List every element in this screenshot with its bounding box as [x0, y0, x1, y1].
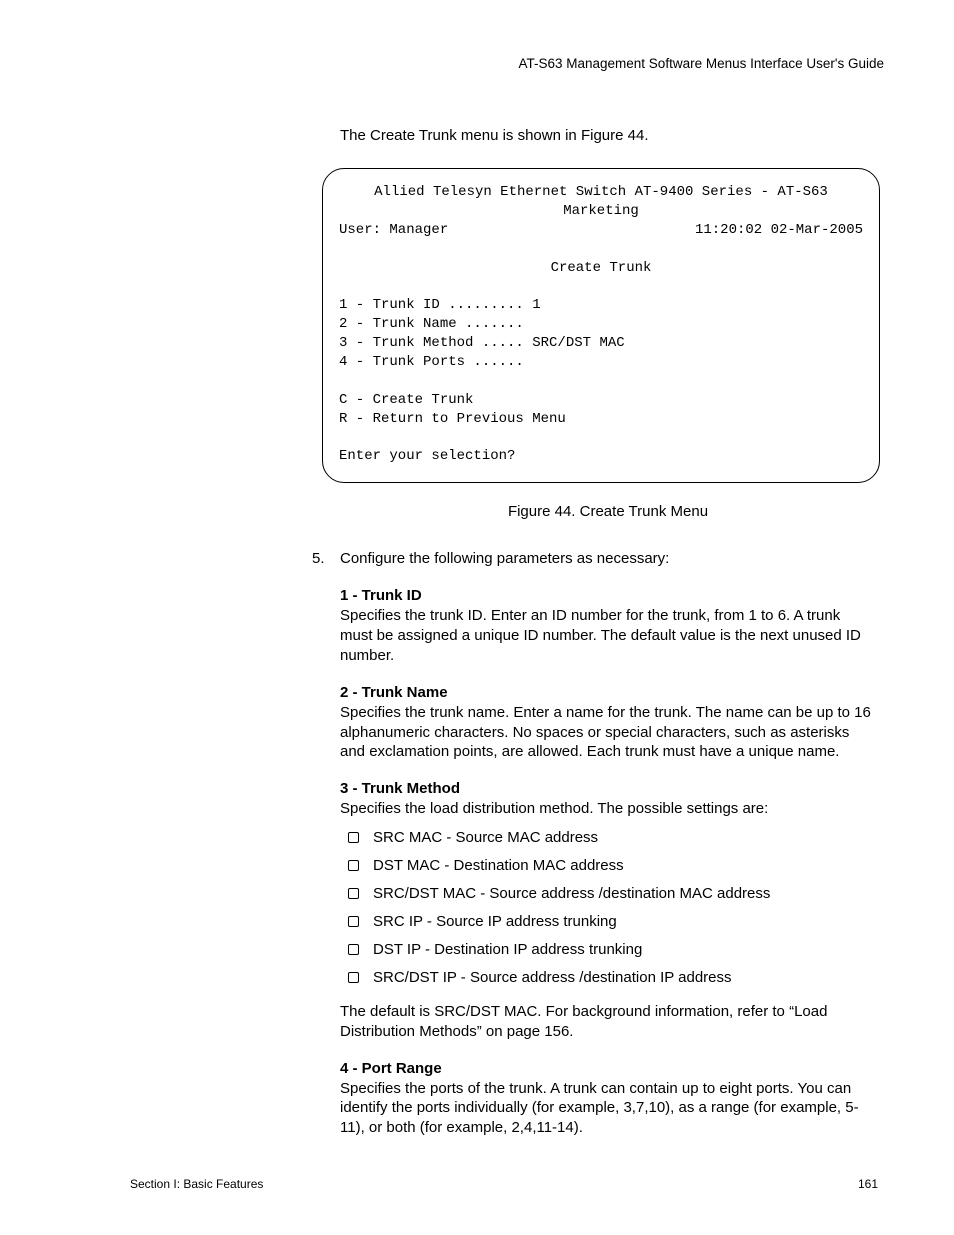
list-item: DST MAC - Destination MAC address [348, 857, 876, 874]
step-5: 5. Configure the following parameters as… [312, 550, 876, 567]
terminal-action: R - Return to Previous Menu [339, 411, 566, 427]
step-text: Configure the following parameters as ne… [340, 550, 669, 567]
terminal-user-row: User: Manager 11:20:02 02-Mar-2005 [339, 221, 863, 240]
terminal-item: 2 - Trunk Name ....... [339, 316, 524, 332]
param-title: 3 - Trunk Method [340, 780, 876, 797]
bullet-icon [348, 888, 359, 899]
bullet-text: DST IP - Destination IP address trunking [373, 941, 642, 958]
list-item: SRC/DST MAC - Source address /destinatio… [348, 885, 876, 902]
method-bullet-list: SRC MAC - Source MAC address DST MAC - D… [340, 829, 876, 986]
param-trunk-id: 1 - Trunk ID Specifies the trunk ID. Ent… [340, 587, 876, 665]
figure-caption: Figure 44. Create Trunk Menu [340, 503, 876, 520]
bullet-icon [348, 916, 359, 927]
param-title: 4 - Port Range [340, 1060, 876, 1077]
terminal-screen: Allied Telesyn Ethernet Switch AT-9400 S… [322, 168, 880, 483]
terminal-item: 1 - Trunk ID ......... 1 [339, 297, 541, 313]
param-body: Specifies the ports of the trunk. A trun… [340, 1079, 876, 1138]
param-tail: The default is SRC/DST MAC. For backgrou… [340, 1002, 876, 1042]
param-body: Specifies the load distribution method. … [340, 799, 876, 819]
param-trunk-method: 3 - Trunk Method Specifies the load dist… [340, 780, 876, 1041]
list-item: SRC IP - Source IP address trunking [348, 913, 876, 930]
terminal-menu-title: Create Trunk [339, 259, 863, 278]
terminal-item: 4 - Trunk Ports ...... [339, 354, 524, 370]
terminal-user: User: Manager [339, 221, 448, 240]
list-item: SRC MAC - Source MAC address [348, 829, 876, 846]
page-header: AT-S63 Management Software Menus Interfa… [130, 56, 884, 71]
param-port-range: 4 - Port Range Specifies the ports of th… [340, 1060, 876, 1138]
terminal-timestamp: 11:20:02 02-Mar-2005 [695, 221, 863, 240]
param-trunk-name: 2 - Trunk Name Specifies the trunk name.… [340, 684, 876, 762]
content-column: The Create Trunk menu is shown in Figure… [340, 127, 876, 1138]
terminal-action: C - Create Trunk [339, 392, 473, 408]
param-body: Specifies the trunk name. Enter a name f… [340, 703, 876, 762]
param-body: Specifies the trunk ID. Enter an ID numb… [340, 606, 876, 665]
terminal-prompt: Enter your selection? [339, 448, 515, 464]
list-item: DST IP - Destination IP address trunking [348, 941, 876, 958]
bullet-text: SRC/DST MAC - Source address /destinatio… [373, 885, 770, 902]
bullet-text: SRC MAC - Source MAC address [373, 829, 598, 846]
terminal-subtitle: Marketing [339, 202, 863, 221]
param-title: 2 - Trunk Name [340, 684, 876, 701]
terminal-item: 3 - Trunk Method ..... SRC/DST MAC [339, 335, 625, 351]
step-number: 5. [312, 550, 340, 567]
bullet-text: SRC IP - Source IP address trunking [373, 913, 617, 930]
footer-page-number: 161 [858, 1177, 878, 1191]
bullet-icon [348, 972, 359, 983]
bullet-icon [348, 944, 359, 955]
intro-paragraph: The Create Trunk menu is shown in Figure… [340, 127, 876, 144]
bullet-icon [348, 860, 359, 871]
terminal-title: Allied Telesyn Ethernet Switch AT-9400 S… [339, 183, 863, 202]
bullet-text: DST MAC - Destination MAC address [373, 857, 624, 874]
param-title: 1 - Trunk ID [340, 587, 876, 604]
footer-section: Section I: Basic Features [130, 1177, 263, 1191]
bullet-icon [348, 832, 359, 843]
bullet-text: SRC/DST IP - Source address /destination… [373, 969, 732, 986]
list-item: SRC/DST IP - Source address /destination… [348, 969, 876, 986]
page-footer: Section I: Basic Features 161 [130, 1177, 878, 1191]
guide-title: AT-S63 Management Software Menus Interfa… [518, 56, 884, 71]
